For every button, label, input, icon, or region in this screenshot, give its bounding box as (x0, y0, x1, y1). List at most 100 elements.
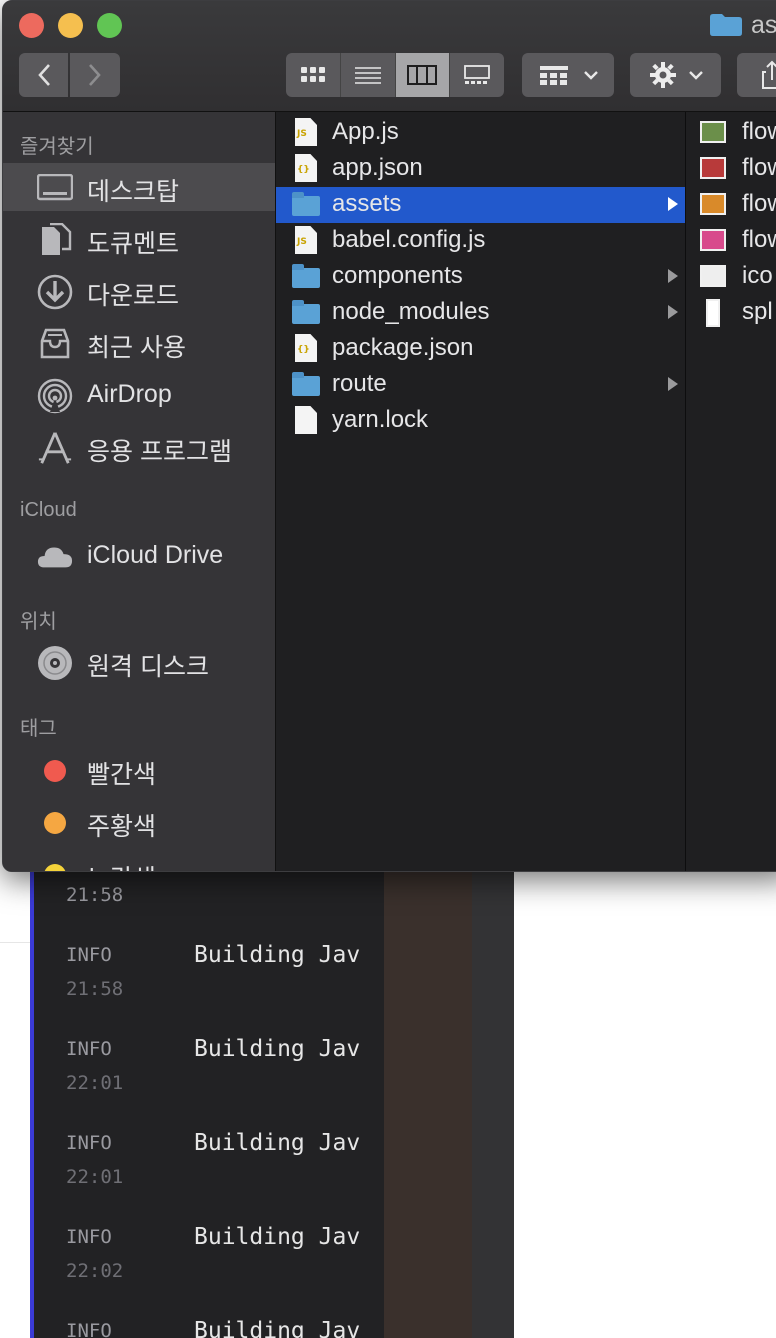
log-time: 22:01 (66, 1072, 124, 1094)
sidebar-item-icloud-drive[interactable]: iCloud Drive (3, 532, 275, 580)
file-name: babel.config.js (332, 226, 486, 253)
disc-icon (37, 646, 73, 680)
js-file-icon: JS (292, 118, 320, 148)
group-grid-icon (540, 66, 568, 85)
sidebar-section-locations: 위치 (20, 611, 57, 633)
file-name: ico (742, 262, 773, 289)
sidebar-item-desktop[interactable]: 데스크탑 (3, 163, 275, 211)
sidebar-item-applications[interactable]: 응용 프로그램 (3, 423, 275, 471)
view-list-button[interactable] (341, 53, 396, 97)
disclosure-arrow-icon (668, 377, 678, 391)
image-thumbnail-icon (700, 263, 728, 291)
folder-row-assets[interactable]: assets (276, 187, 685, 223)
file-row-package-json[interactable]: {} package.json (276, 331, 685, 367)
back-button[interactable] (19, 53, 68, 97)
close-button[interactable] (19, 13, 44, 38)
js-file-icon: JS (292, 226, 320, 256)
share-button[interactable] (737, 53, 776, 97)
log-time: 22:01 (66, 1166, 124, 1188)
sidebar-tag-orange[interactable]: 주황색 (3, 798, 275, 846)
chevron-left-icon (37, 64, 50, 86)
zoom-button[interactable] (97, 13, 122, 38)
file-name: flow (742, 190, 776, 217)
list-icon (354, 67, 381, 84)
action-menu-button[interactable] (630, 53, 721, 97)
file-name: flow (742, 118, 776, 145)
view-gallery-button[interactable] (450, 53, 504, 97)
log-scroll-edge (472, 860, 514, 1338)
minimize-button[interactable] (58, 13, 83, 38)
log-message: Building Jav (194, 1130, 361, 1156)
log-column-divider (384, 860, 472, 1338)
desktop-icon (37, 171, 73, 205)
log-level: INFO (66, 944, 112, 966)
file-name: flow (742, 226, 776, 253)
log-message: Building Jav (194, 1318, 361, 1338)
divider (0, 942, 30, 943)
forward-button[interactable] (70, 53, 120, 97)
view-columns-button[interactable] (395, 53, 451, 97)
image-thumbnail-icon (700, 227, 728, 255)
view-icons-button[interactable] (286, 53, 341, 97)
folder-row-route[interactable]: route (276, 367, 685, 403)
image-thumbnail-icon (700, 191, 728, 219)
file-name: assets (332, 190, 402, 217)
image-file-row[interactable]: spl (686, 295, 776, 331)
log-level: INFO (66, 1132, 112, 1154)
sidebar-item-documents[interactable]: 도큐멘트 (3, 215, 275, 263)
log-level: INFO (66, 1320, 112, 1338)
image-thumbnail-icon (700, 155, 728, 183)
file-name: flow (742, 154, 776, 181)
file-row-babel-config[interactable]: JS babel.config.js (276, 223, 685, 259)
tag-dot-icon (37, 858, 73, 871)
sidebar-item-label: 노란색 (87, 859, 156, 871)
file-column-project: JS App.js {} app.json assets JS babel.co… (276, 112, 686, 871)
sidebar-tag-yellow[interactable]: 노란색 (3, 850, 275, 871)
file-row-yarn-lock[interactable]: yarn.lock (276, 403, 685, 439)
sidebar-section-icloud: iCloud (20, 499, 77, 521)
file-row-app-json[interactable]: {} app.json (276, 151, 685, 187)
sidebar-section-tags: 태그 (20, 718, 57, 740)
sidebar-item-label: 응용 프로그램 (87, 438, 232, 466)
file-name: spl (742, 298, 773, 325)
cloud-icon (37, 540, 73, 574)
sidebar-item-label: 원격 디스크 (87, 653, 209, 681)
log-level: INFO (66, 1038, 112, 1060)
recents-icon (37, 327, 73, 361)
group-by-button[interactable] (522, 53, 614, 97)
image-thumbnail-icon (700, 299, 728, 327)
chevron-down-icon (584, 71, 598, 80)
sidebar-tag-red[interactable]: 빨간색 (3, 746, 275, 794)
sidebar-item-remote-disc[interactable]: 원격 디스크 (3, 638, 275, 686)
chevron-down-icon (688, 71, 703, 80)
folder-row-components[interactable]: components (276, 259, 685, 295)
folder-icon (292, 262, 320, 292)
folder-row-node-modules[interactable]: node_modules (276, 295, 685, 331)
image-file-row[interactable]: flow (686, 115, 776, 151)
image-file-row[interactable]: flow (686, 187, 776, 223)
image-file-row[interactable]: ico (686, 259, 776, 295)
sidebar-item-label: 최근 사용 (87, 334, 186, 362)
file-name: node_modules (332, 298, 490, 325)
image-file-row[interactable]: flow (686, 223, 776, 259)
folder-icon (292, 190, 320, 220)
file-name: App.js (332, 118, 399, 145)
file-row-app-js[interactable]: JS App.js (276, 115, 685, 151)
sidebar-item-recents[interactable]: 최근 사용 (3, 319, 275, 367)
blank-file-icon (292, 406, 320, 436)
sidebar-item-downloads[interactable]: 다운로드 (3, 267, 275, 315)
folder-icon (710, 14, 742, 36)
log-message: Building Jav (194, 1036, 361, 1062)
json-file-icon: {} (292, 334, 320, 364)
columns-icon (407, 65, 438, 85)
airdrop-icon (37, 378, 73, 414)
sidebar-item-label: 다운로드 (87, 282, 180, 310)
share-icon (762, 60, 776, 89)
file-column-assets: flow flow flow flow ico spl (686, 112, 776, 871)
tag-dot-icon (37, 754, 73, 788)
documents-icon (37, 223, 73, 257)
chevron-right-icon (89, 64, 101, 86)
sidebar-item-airdrop[interactable]: AirDrop (3, 371, 275, 419)
image-file-row[interactable]: flow (686, 151, 776, 187)
log-level: INFO (66, 1226, 112, 1248)
